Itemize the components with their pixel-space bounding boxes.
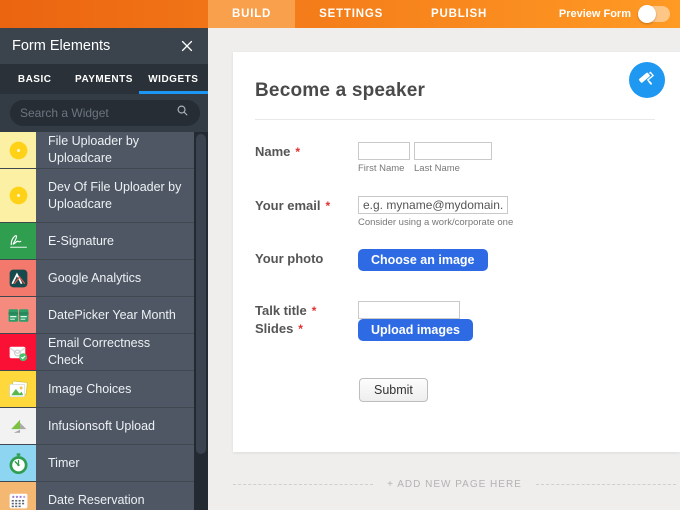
widget-label: Dev Of File Uploader by Uploadcare bbox=[48, 179, 182, 211]
form-canvas: Become a speaker Name * First Name Last Nam… bbox=[208, 28, 680, 510]
your-email-input[interactable] bbox=[358, 196, 508, 214]
field-control: First Name Last Name bbox=[358, 142, 492, 174]
topbar-tabs: BUILD SETTINGS PUBLISH bbox=[208, 0, 511, 28]
field-your-photo[interactable]: Your photo Choose an image bbox=[255, 249, 655, 271]
preview-form-toggle[interactable] bbox=[638, 5, 670, 23]
signature-icon bbox=[0, 223, 36, 259]
widget-list: File Uploader by Uploadcare Dev Of File U… bbox=[0, 132, 208, 510]
widget-item-dev-of-file-uploader-by-uploadcare[interactable]: Dev Of File Uploader by Uploadcare bbox=[0, 169, 194, 223]
widget-label: Google Analytics bbox=[48, 270, 142, 285]
title-divider bbox=[255, 119, 655, 120]
top-navigation-bar: BUILD SETTINGS PUBLISH Preview Form bbox=[0, 0, 680, 28]
widget-item-file-uploader-by-uploadcare[interactable]: File Uploader by Uploadcare bbox=[0, 132, 194, 169]
panel-title: Form Elements bbox=[12, 38, 111, 54]
widget-item-google-analytics[interactable]: Google Analytics bbox=[0, 260, 194, 297]
topbar-tab-publish[interactable]: PUBLISH bbox=[407, 0, 511, 28]
field-your-email[interactable]: Your email * Consider using a work/corpora… bbox=[255, 196, 655, 228]
talk-title-input[interactable] bbox=[358, 301, 460, 319]
sidebar-tabs: BASIC PAYMENTS WIDGETS bbox=[0, 64, 209, 94]
input-sublabel: First Name bbox=[358, 163, 405, 174]
widget-label: Email Correctness Check bbox=[48, 336, 151, 367]
timer-icon bbox=[0, 445, 36, 481]
required-star: * bbox=[325, 199, 331, 213]
analytics-icon bbox=[0, 260, 36, 296]
widget-label: Date Reservation bbox=[48, 492, 145, 507]
field-control: Upload images bbox=[358, 319, 473, 341]
form-fields: Name * First Name Last Name Your email * Consi… bbox=[255, 142, 655, 341]
name-inputs: First Name Last Name bbox=[358, 142, 492, 174]
upload-images-button[interactable]: Upload images bbox=[358, 319, 473, 341]
search-input[interactable] bbox=[20, 106, 175, 120]
field-talk-title[interactable]: Talk title * bbox=[255, 301, 655, 319]
date-reservation-icon bbox=[0, 482, 36, 510]
topbar-tab-settings[interactable]: SETTINGS bbox=[295, 0, 407, 28]
field-name[interactable]: Name * First Name Last Name bbox=[255, 142, 655, 174]
widget-label: Infusionsoft Upload bbox=[48, 418, 156, 433]
name-col: First Name bbox=[358, 142, 410, 174]
field-label-text: Talk title bbox=[255, 303, 307, 318]
dashed-line-left bbox=[233, 483, 374, 485]
required-star: * bbox=[298, 322, 303, 336]
widget-item-date-reservation[interactable]: Date Reservation bbox=[0, 482, 194, 510]
widget-item-email-correctness-check[interactable]: Email Correctness Check bbox=[0, 334, 194, 371]
field-label: Your email * bbox=[255, 196, 358, 213]
form-designer-button[interactable] bbox=[629, 62, 665, 98]
field-label-text: Your email bbox=[255, 198, 321, 213]
field-control bbox=[358, 301, 460, 319]
email-check-icon bbox=[0, 334, 36, 370]
required-star: * bbox=[311, 304, 317, 318]
field-label: Talk title * bbox=[255, 301, 358, 318]
submit-button[interactable]: Submit bbox=[359, 378, 428, 402]
form-elements-panel: Form Elements BASICPAYMENTSWIDGETS File … bbox=[0, 28, 209, 510]
field-slides[interactable]: Slides * Upload images bbox=[255, 319, 655, 341]
last-name-input[interactable] bbox=[414, 142, 492, 160]
field-label: Your photo bbox=[255, 249, 358, 266]
uploadcare-icon bbox=[0, 169, 36, 222]
preview-form-label: Preview Form bbox=[558, 8, 631, 20]
widget-item-e-signature[interactable]: E-Signature bbox=[0, 223, 194, 260]
field-label-text: Slides bbox=[255, 321, 294, 336]
form-card: Become a speaker Name * First Name Last Nam… bbox=[233, 52, 680, 452]
uploadcare-icon bbox=[0, 132, 36, 168]
first-name-input[interactable] bbox=[358, 142, 410, 160]
infusionsoft-icon bbox=[0, 408, 36, 444]
search-icon bbox=[175, 103, 190, 123]
widget-label: Timer bbox=[48, 455, 80, 470]
field-label-text: Name bbox=[255, 144, 291, 159]
sidebar-tab-payments[interactable]: PAYMENTS bbox=[69, 64, 138, 94]
widget-item-timer[interactable]: Timer bbox=[0, 445, 194, 482]
scrollbar-thumb[interactable] bbox=[196, 134, 206, 454]
add-new-page-divider: + ADD NEW PAGE HERE bbox=[208, 474, 680, 494]
choose-an-image-button[interactable]: Choose an image bbox=[358, 249, 488, 271]
widget-item-infusionsoft-upload[interactable]: Infusionsoft Upload bbox=[0, 408, 194, 445]
image-choices-icon bbox=[0, 371, 36, 407]
topbar-tab-build[interactable]: BUILD bbox=[208, 0, 296, 28]
widget-label: Image Choices bbox=[48, 381, 132, 396]
form-title[interactable]: Become a speaker bbox=[255, 80, 655, 102]
widget-label: E-Signature bbox=[48, 233, 115, 248]
widget-label: File Uploader by Uploadcare bbox=[48, 134, 140, 165]
sidebar-tab-basic[interactable]: BASIC bbox=[0, 64, 69, 94]
required-star: * bbox=[295, 145, 301, 159]
field-label: Name * bbox=[255, 142, 358, 159]
input-sublabel: Last Name bbox=[414, 163, 460, 174]
widget-label: DatePicker Year Month bbox=[48, 307, 176, 322]
field-label-text: Your photo bbox=[255, 251, 324, 266]
sidebar-tab-widgets[interactable]: WIDGETS bbox=[138, 64, 209, 94]
input-sublabel: Consider using a work/corporate one bbox=[358, 217, 514, 228]
dashed-line-right bbox=[535, 483, 676, 485]
widget-item-image-choices[interactable]: Image Choices bbox=[0, 371, 194, 408]
widget-item-datepicker-year-month[interactable]: DatePicker Year Month bbox=[0, 297, 194, 334]
sidebar-scrollbar bbox=[194, 132, 208, 510]
close-icon[interactable] bbox=[178, 37, 196, 55]
paint-roller-icon bbox=[636, 68, 658, 93]
field-control: Choose an image bbox=[358, 249, 488, 271]
field-label: Slides * bbox=[255, 319, 358, 336]
add-new-page-button[interactable]: + ADD NEW PAGE HERE bbox=[373, 479, 536, 490]
datepicker-icon bbox=[0, 297, 36, 333]
widget-search-box bbox=[10, 100, 200, 126]
field-control: Consider using a work/corporate one bbox=[358, 196, 513, 228]
name-col: Last Name bbox=[414, 142, 492, 174]
toggle-knob bbox=[638, 5, 656, 23]
